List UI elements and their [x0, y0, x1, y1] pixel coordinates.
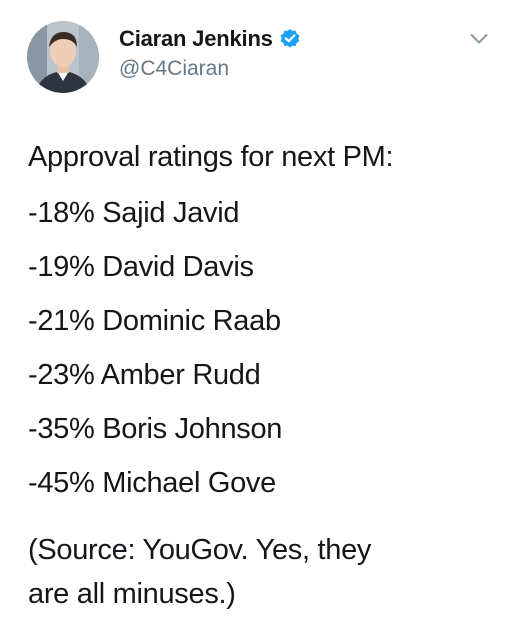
tweet-card: Ciaran Jenkins @C4Ciaran Approval rating…	[0, 0, 510, 640]
tweet-heading: Approval ratings for next PM:	[28, 141, 394, 173]
author-handle[interactable]: @C4Ciaran	[119, 57, 301, 81]
tweet-text: Approval ratings for next PM: -18% Sajid…	[28, 138, 498, 616]
chevron-down-icon[interactable]	[470, 32, 488, 44]
source-note: (Source: YouGov. Yes, they are all minus…	[28, 528, 498, 616]
list-item: -35% Boris Johnson	[28, 413, 283, 445]
approval-ratings-list: -18% Sajid Javid -19% David Davis -21% D…	[28, 194, 498, 518]
author-name-row: Ciaran Jenkins	[119, 24, 301, 54]
list-item: -23% Amber Rudd	[28, 359, 261, 391]
source-line-1: (Source: YouGov. Yes, they	[28, 534, 372, 566]
author-avatar[interactable]	[27, 21, 99, 93]
author-info: Ciaran Jenkins @C4Ciaran	[119, 24, 301, 81]
display-name[interactable]: Ciaran Jenkins	[119, 26, 273, 52]
avatar-photo-icon	[27, 21, 99, 93]
list-item: -18% Sajid Javid	[28, 197, 240, 229]
list-item: -19% David Davis	[28, 251, 254, 283]
source-line-2: are all minuses.)	[28, 578, 236, 610]
verified-badge-icon	[279, 28, 301, 50]
list-item: -21% Dominic Raab	[28, 305, 281, 337]
list-item: -45% Michael Gove	[28, 467, 276, 499]
